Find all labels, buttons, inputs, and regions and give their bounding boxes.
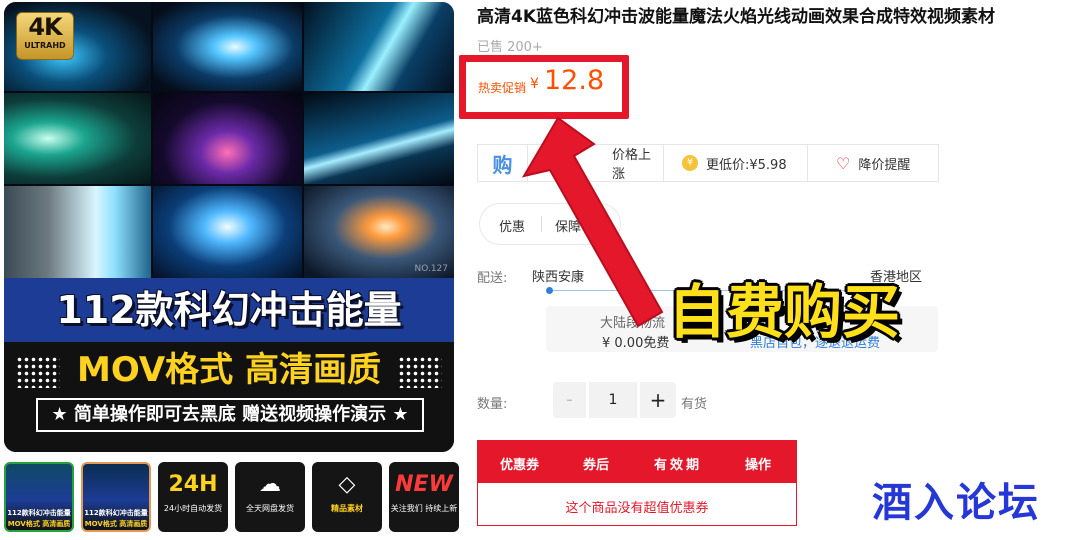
4k-badge: 4K ULTRAHD	[16, 12, 74, 60]
thumb-caption: 112款科幻冲击能量	[84, 509, 148, 517]
ship-from-location[interactable]: 陕西安康	[532, 266, 584, 285]
price-alert-button[interactable]: ♡ 降价提醒	[808, 145, 938, 181]
preview-tile	[303, 92, 454, 185]
tab-divider	[541, 216, 542, 232]
thumbnail-5[interactable]: ◇ 精品素材	[312, 462, 382, 532]
grid-divider	[151, 2, 153, 278]
service-tabs: 优惠 保障 ▾	[479, 203, 621, 245]
coupon-table-header: 优惠券 券后 有效期 操作	[478, 441, 796, 483]
coupon-col-header: 操作	[745, 458, 772, 473]
thumbnail-6[interactable]: NEW 关注我们 持续上新	[389, 462, 459, 532]
quantity-label: 数量:	[477, 397, 508, 412]
forum-watermark: 酒入论坛	[872, 480, 1040, 526]
thumbnail-2[interactable]: 112款科幻冲击能量 MOV格式 高清画质	[81, 462, 151, 532]
cheaper-price-label: 更低价:¥5.98	[706, 157, 787, 173]
tab-guarantee[interactable]: 保障	[555, 216, 581, 235]
price-action-bar: 购 价格上涨 ¥ 更低价:¥5.98 ♡ 降价提醒	[477, 144, 939, 182]
preview-tile	[4, 185, 152, 278]
new-badge-icon: NEW	[395, 472, 453, 497]
callout-text: 自费购买	[668, 278, 901, 346]
coupon-col-header: 有效期	[654, 458, 703, 473]
thumb-caption: MOV格式 高清画质	[84, 520, 148, 528]
logistics-price: ¥ 0.00免费	[602, 336, 670, 351]
thumb-caption: MOV格式 高清画质	[7, 520, 71, 528]
heart-outline-icon: ♡	[836, 153, 851, 173]
diamond-icon: ◇	[338, 472, 356, 497]
price-currency: ¥	[530, 76, 539, 92]
chevron-down-icon[interactable]: ▾	[592, 217, 597, 228]
thumb-caption: 精品素材	[331, 504, 363, 513]
image-watermark: NO.127	[414, 264, 449, 274]
tab-discount[interactable]: 优惠	[499, 216, 525, 235]
coupon-empty-message: 这个商品没有超值优惠券	[565, 501, 709, 516]
sold-count: 已售 200+	[477, 40, 543, 55]
thumbnail-strip: 112款科幻冲击能量 MOV格式 高清画质 112款科幻冲击能量 MOV格式 高…	[4, 462, 459, 532]
yen-coin-icon: ¥	[682, 155, 698, 171]
logistics-title: 大陆段物流	[600, 316, 666, 331]
cloud-icon: ☁	[259, 472, 281, 497]
grid-divider	[4, 91, 454, 93]
preview-tile	[152, 185, 303, 278]
promo-label: 热卖促销	[478, 81, 527, 95]
grid-divider	[302, 2, 304, 278]
cheaper-price-button[interactable]: ¥ 更低价:¥5.98	[664, 145, 808, 181]
coupon-col-header: 优惠券	[500, 458, 540, 473]
preview-tile	[152, 92, 303, 185]
format-band: MOV格式 高清画质 ★ 简单操作即可去黑底 赠送视频操作演示 ★	[4, 342, 454, 452]
grid-divider	[4, 184, 454, 186]
price-value: 12.8	[544, 65, 605, 96]
main-product-image[interactable]: 4K ULTRAHD NO.127 112款科幻冲击能量 MOV格式 高清画质 …	[4, 2, 454, 452]
quantity-input[interactable]: 1	[589, 382, 637, 418]
badge-ultrahd-text: ULTRAHD	[24, 41, 66, 50]
quantity-increment-button[interactable]: +	[640, 382, 676, 418]
preview-tile	[152, 2, 303, 92]
image-headline: 112款科幻冲击能量	[56, 288, 402, 332]
coupon-table: 优惠券 券后 有效期 操作 这个商品没有超值优惠券	[477, 440, 797, 526]
thumb-caption: 全天网盘发货	[246, 504, 294, 513]
thumb-caption: 关注我们 持续上新	[390, 504, 458, 513]
image-subline: ★ 简单操作即可去黑底 赠送视频操作演示 ★	[36, 398, 424, 432]
thumb-caption: 112款科幻冲击能量	[7, 509, 71, 517]
thumbnail-4[interactable]: ☁ 全天网盘发货	[235, 462, 305, 532]
shopping-bag-icon: 购	[492, 152, 513, 177]
stock-status: 有货	[681, 397, 708, 412]
price-trend-button[interactable]: 价格上涨	[528, 145, 664, 182]
coupon-col-header: 券后	[583, 458, 610, 473]
format-line: MOV格式 高清画质	[77, 350, 381, 390]
route-start-dot	[546, 287, 553, 294]
price-alert-label: 降价提醒	[858, 157, 911, 173]
preview-tile	[303, 2, 454, 92]
preview-tile	[4, 92, 152, 185]
quantity-decrement-button[interactable]: -	[553, 382, 586, 418]
shopping-helper-logo[interactable]: 购	[478, 145, 528, 181]
badge-4k-text: 4K	[28, 13, 62, 41]
shipping-label: 配送:	[477, 271, 508, 286]
thumb-caption: 24小时自动发货	[163, 504, 223, 513]
product-title: 高清4K蓝色科幻冲击波能量魔法火焰光线动画效果合成特效视频素材	[477, 7, 996, 27]
thumbnail-1[interactable]: 112款科幻冲击能量 MOV格式 高清画质	[4, 462, 74, 532]
thumb-glyph: 24H	[168, 472, 218, 497]
thumbnail-3[interactable]: 24H 24小时自动发货	[158, 462, 228, 532]
price-highlight-box: 热卖促销 ¥ 12.8	[459, 55, 629, 119]
headline-band: 112款科幻冲击能量	[4, 278, 454, 342]
price-trend-label: 价格上涨	[612, 148, 652, 182]
